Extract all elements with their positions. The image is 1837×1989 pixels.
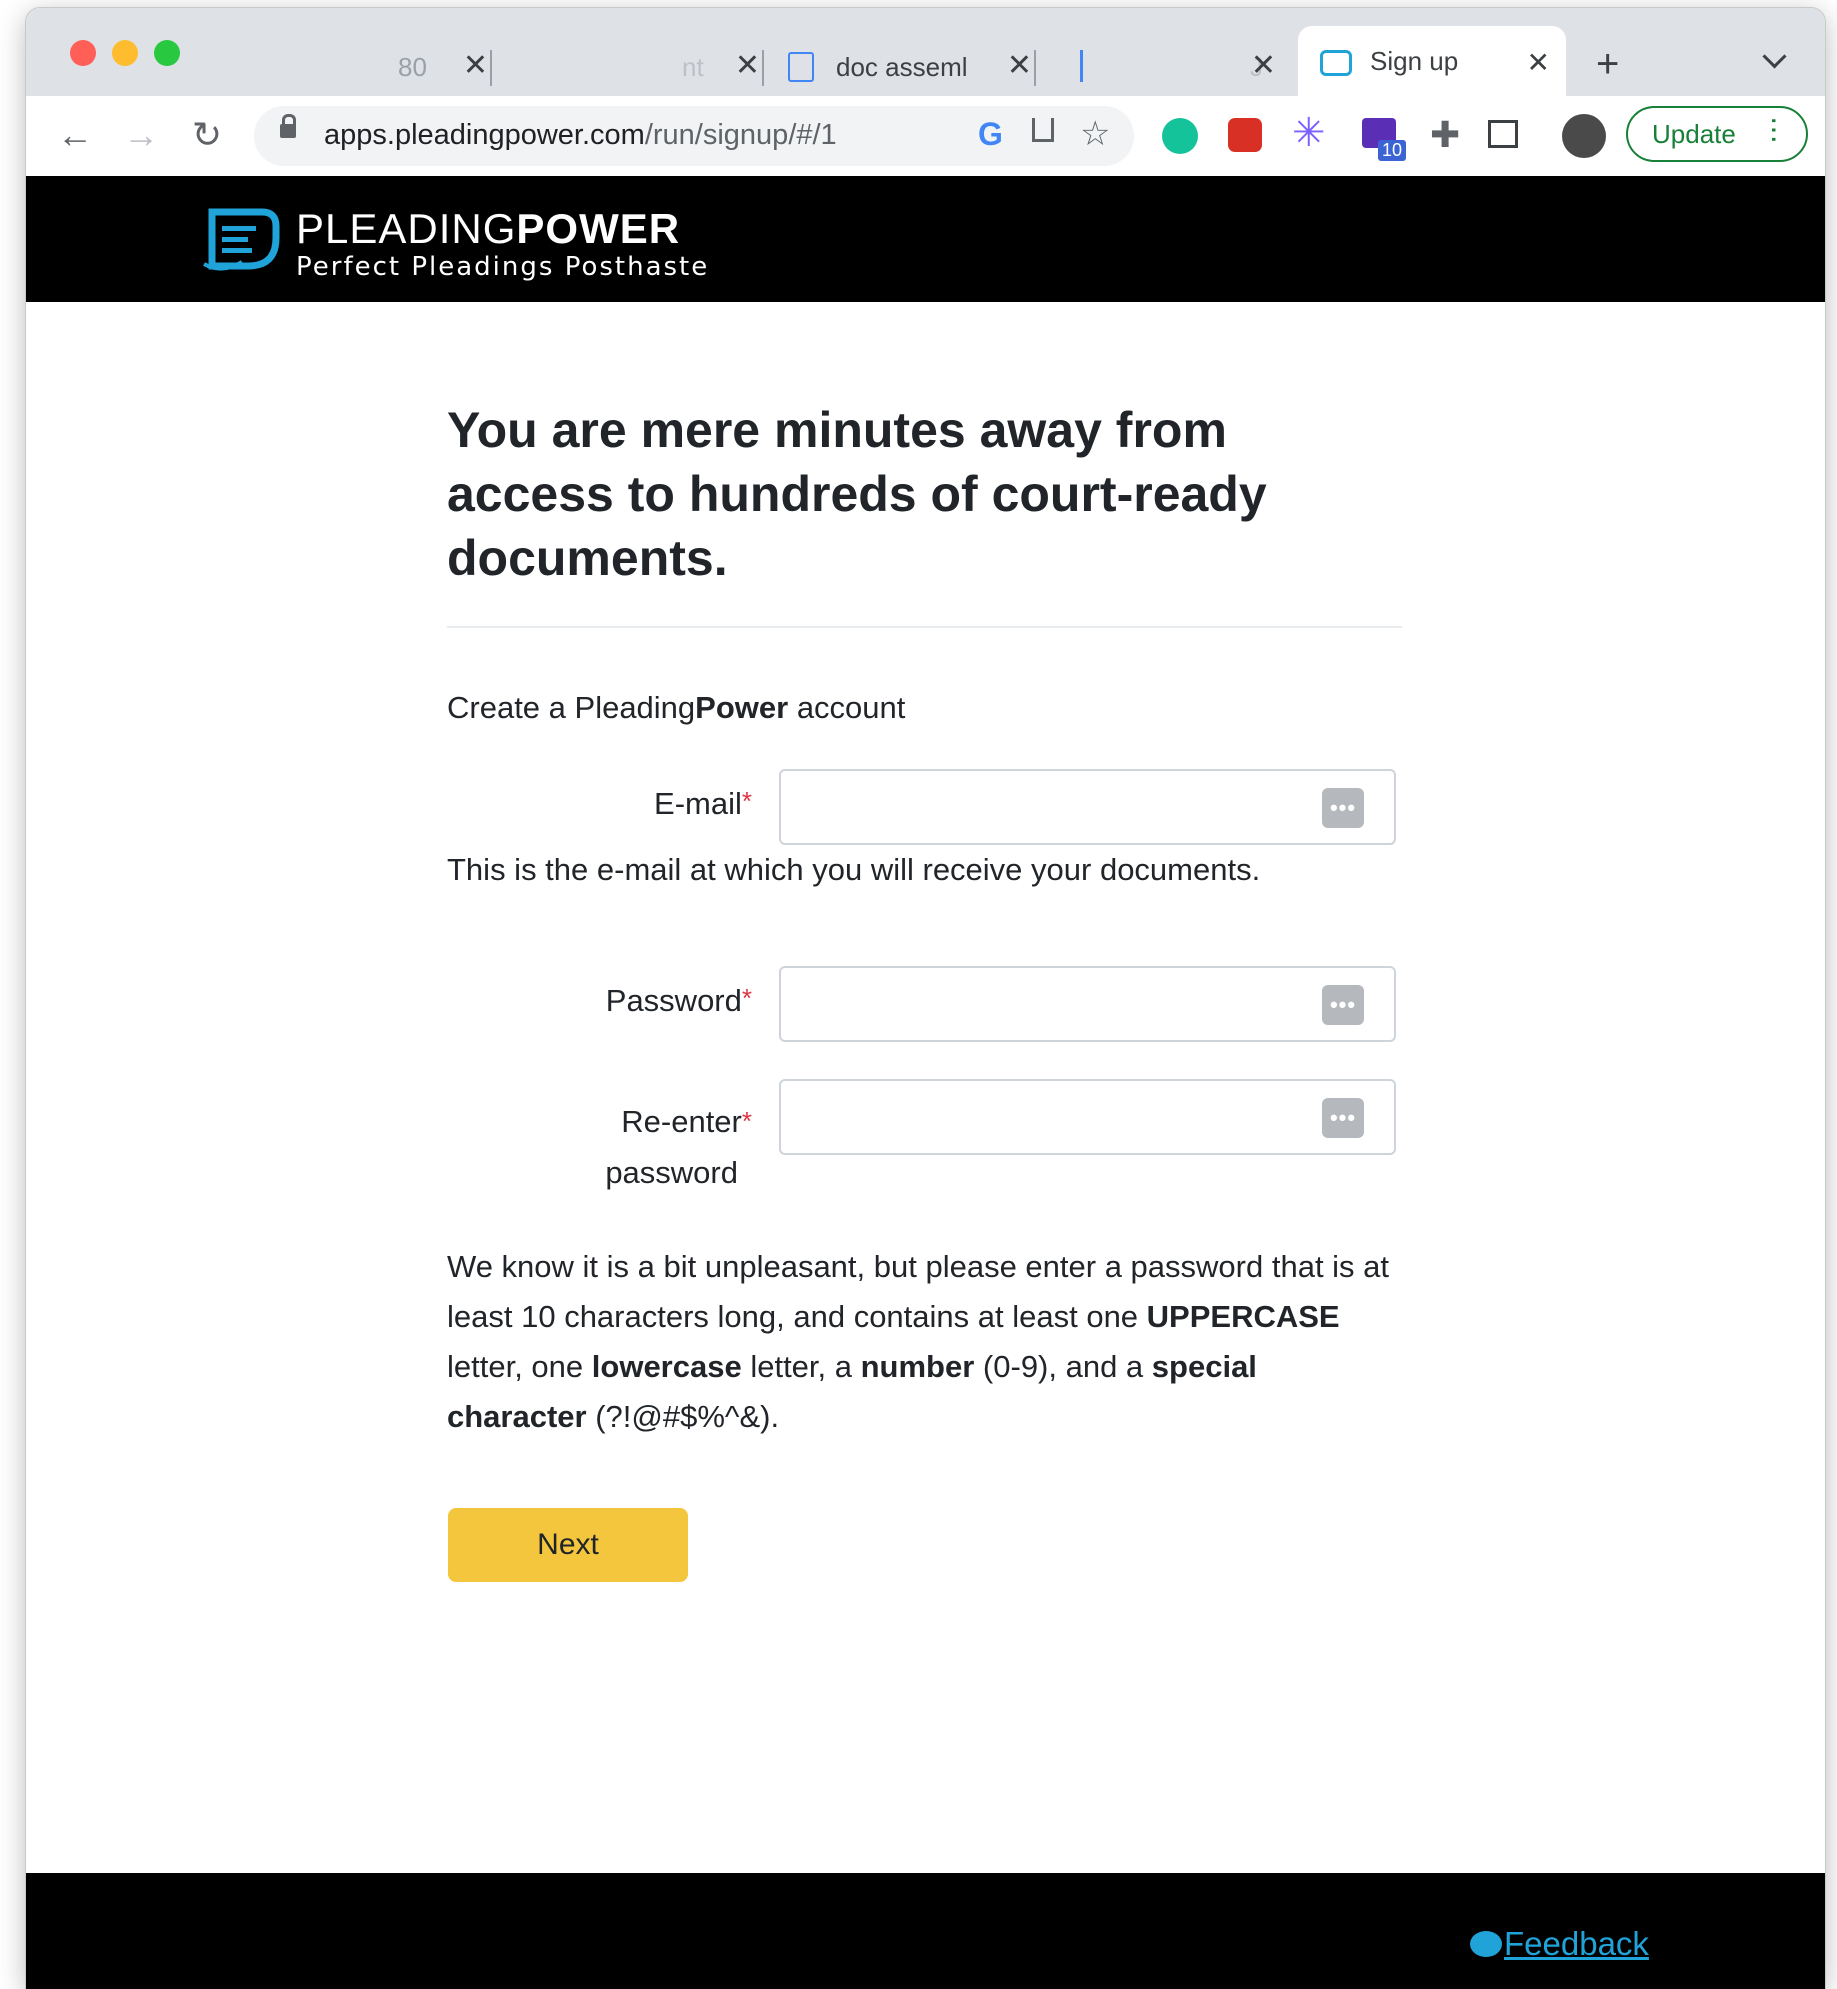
avatar[interactable] [1562,114,1606,158]
google-lens-icon[interactable]: G [978,116,1003,153]
pleadingpower-logo-icon[interactable] [202,204,282,274]
forward-arrow-icon[interactable]: → [118,112,164,158]
tab-3[interactable]: doc asseml ✕ [778,38,1048,96]
divider [447,626,1402,628]
url-text: apps.pleadingpower.com/run/signup/#/1 [324,119,837,152]
close-window-button[interactable] [70,40,96,66]
tab-separator [762,50,764,86]
password-manager-icon[interactable]: ••• [1322,1098,1364,1138]
tab-strip: 80 ✕ nt ✕ doc asseml ✕ J ✕ Sign up ✕ + [26,8,1825,96]
document-icon [788,52,814,82]
tab-separator [1034,50,1036,86]
reenter-label-line2: password [605,1155,738,1190]
site-header: PLEADINGPOWER Perfect Pleadings Posthast… [26,176,1825,302]
required-mark: * [741,1106,752,1136]
share-icon[interactable] [1032,118,1054,142]
subheading-bold: Power [695,690,789,725]
password-manager-icon[interactable]: ••• [1322,985,1364,1025]
update-button[interactable]: Update ⋯ [1626,106,1808,162]
password-manager-icon[interactable]: ••• [1322,788,1364,828]
signup-form: You are mere minutes away from access to… [447,398,1402,1582]
close-icon[interactable]: ✕ [1251,48,1276,83]
tab-sign-up[interactable]: Sign up ✕ [1298,26,1566,96]
email-field[interactable]: ••• [779,769,1396,845]
close-icon[interactable]: ✕ [1007,48,1032,83]
address-bar[interactable]: apps.pleadingpower.com/run/signup/#/1 G … [254,106,1134,166]
required-mark: * [741,786,752,816]
url-path: /run/signup/#/1 [644,119,837,151]
tab-title: nt [682,51,704,82]
password-rules: We know it is a bit unpleasant, but plea… [447,1249,1390,1434]
logo-bold: POWER [516,205,681,252]
password-field[interactable]: ••• [779,966,1396,1042]
logo-text[interactable]: PLEADINGPOWER Perfect Pleadings Posthast… [296,208,710,282]
tab-favicon-icon [1080,50,1083,82]
tab-title: doc asseml [836,51,968,82]
extension-badge: 10 [1378,140,1407,161]
form-subheading: Create a PleadingPower account [447,690,905,726]
password-label: Password* [605,983,752,1018]
close-icon[interactable]: ✕ [463,48,488,83]
feedback-link[interactable]: Feedback [1470,1925,1649,1963]
bookmark-star-icon[interactable]: ☆ [1080,114,1110,154]
tab-1[interactable]: 80 ✕ [226,38,504,96]
reenter-password-field[interactable]: ••• [779,1079,1396,1155]
subheading-text: Create a Pleading [447,690,696,725]
new-tab-button[interactable]: + [1596,44,1619,84]
required-mark: * [741,983,752,1013]
site-footer: Feedback [26,1873,1825,1989]
logo-wordmark: PLEADINGPOWER [296,208,709,250]
lock-icon [280,114,296,138]
snowflake-extension-icon[interactable]: ✳ [1292,110,1326,156]
email-label: E-mail* [654,786,752,821]
pleadingpower-favicon-icon [1320,50,1352,76]
email-help-text: This is the e-mail at which you will rec… [447,852,1261,887]
page-heading: You are mere minutes away from access to… [447,402,1267,586]
tab-4[interactable]: J ✕ [1050,38,1322,96]
logo-light: PLEADING [296,205,517,252]
logo-tagline: Perfect Pleadings Posthaste [296,252,710,282]
feedback-label: Feedback [1504,1925,1649,1962]
subheading-text: account [788,690,906,725]
reload-icon[interactable]: ↻ [184,112,230,158]
close-icon[interactable]: ✕ [1527,46,1550,79]
minimize-window-button[interactable] [112,40,138,66]
browser-toolbar: ← → ↻ apps.pleadingpower.com/run/signup/… [26,96,1825,177]
extensions-puzzle-icon[interactable]: ✚ [1430,114,1460,156]
tab-separator [490,50,492,86]
menu-dots-icon[interactable]: ⋯ [1759,116,1790,144]
reenter-password-label: Re-enter* password [447,1096,752,1198]
url-host: apps.pleadingpower.com [324,119,645,151]
grammarly-extension-icon[interactable] [1162,118,1198,154]
video-extension-icon[interactable] [1228,118,1262,152]
close-icon[interactable]: ✕ [735,48,760,83]
update-label: Update [1652,118,1736,149]
tab-title: Sign up [1370,46,1459,76]
chat-bubble-icon [1470,1931,1502,1957]
side-panel-icon[interactable] [1488,120,1518,148]
next-button[interactable]: Next [448,1508,688,1582]
zoom-window-button[interactable] [154,40,180,66]
browser-window: 80 ✕ nt ✕ doc asseml ✕ J ✕ Sign up ✕ + ←… [26,8,1825,1989]
tab-2[interactable]: nt ✕ [506,38,776,96]
back-arrow-icon[interactable]: ← [52,112,98,158]
tab-title: 80 [398,51,427,82]
tab-search-chevron-icon[interactable] [1762,44,1787,69]
